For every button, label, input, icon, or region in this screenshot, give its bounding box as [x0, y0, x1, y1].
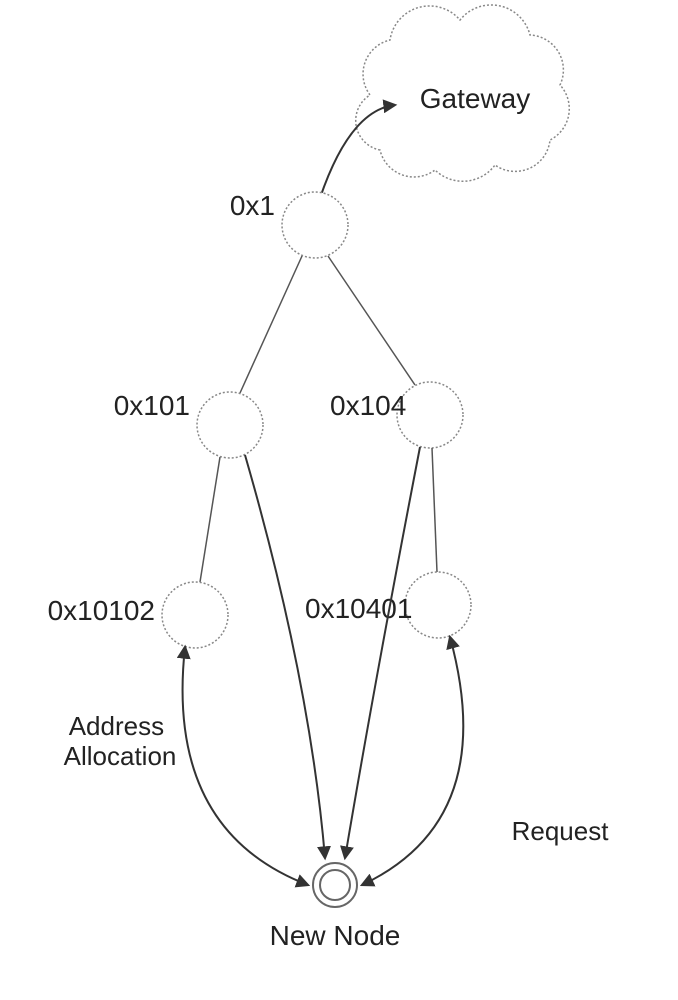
node-right1: 0x104	[330, 382, 463, 448]
node-right2-label: 0x10401	[305, 593, 412, 624]
arrow-right1-to-new	[345, 447, 420, 858]
node-right2: 0x10401	[305, 572, 471, 638]
diagram-canvas: Gateway 0x1 0x101 0x104 0x10102 0x10401 …	[0, 0, 678, 1000]
edge-right1-right2	[432, 448, 437, 572]
gateway-cloud: Gateway	[356, 5, 570, 181]
arrow-left1-to-new	[245, 455, 325, 858]
node-left2: 0x10102	[48, 582, 228, 648]
edge-left1-left2	[200, 457, 220, 582]
new-node-label: New Node	[270, 920, 401, 951]
left-edge-label: Address Allocation	[64, 711, 177, 771]
node-left1-label: 0x101	[114, 390, 190, 421]
right-edge-label: Request	[512, 816, 610, 846]
edge-root-right1	[328, 256, 415, 385]
node-left2-label: 0x10102	[48, 595, 155, 626]
arrow-left2-to-new	[183, 647, 308, 885]
node-root-label: 0x1	[230, 190, 275, 221]
node-root: 0x1	[230, 190, 348, 258]
edge-root-left1	[240, 256, 302, 393]
gateway-label: Gateway	[420, 83, 531, 114]
node-right1-label: 0x104	[330, 390, 406, 421]
node-left1: 0x101	[114, 390, 263, 458]
